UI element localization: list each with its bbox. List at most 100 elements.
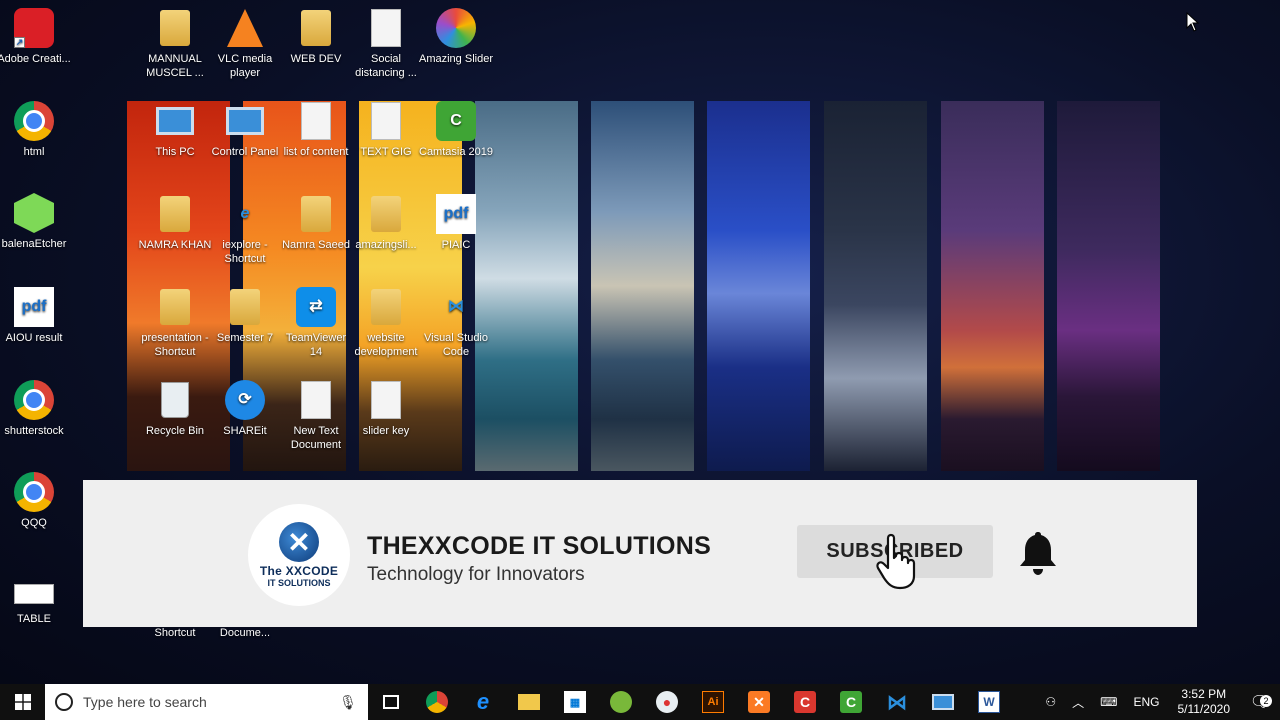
desktop-icon-vscode[interactable]: ⋈ Visual Studio Code <box>419 287 493 359</box>
logo-text: The XXCODE <box>259 564 339 578</box>
taskbar-camtasia[interactable]: C <box>828 684 874 720</box>
task-view-icon <box>383 695 399 709</box>
desktop-icon-amazing-slider[interactable]: Amazing Slider <box>419 8 493 66</box>
desktop-icon-teamviewer[interactable]: ⇄ TeamViewer 14 <box>279 287 353 359</box>
taskbar-chrome[interactable] <box>414 684 460 720</box>
subscribe-banner: ✕ The XXCODE IT SOLUTIONS THEXXCODE IT S… <box>83 480 1197 627</box>
microphone-icon[interactable]: 🎙 <box>338 694 358 711</box>
taskbar-vscode[interactable]: ⋈ <box>874 684 920 720</box>
desktop-icon-this-pc[interactable]: This PC <box>138 101 212 159</box>
windows-logo-icon <box>14 694 31 710</box>
desktop-icon-slider-key[interactable]: slider key <box>349 380 423 438</box>
text-file-icon <box>296 380 336 420</box>
hand-pointer-icon <box>876 533 916 590</box>
desktop-icon-website-development[interactable]: website development <box>349 287 423 359</box>
taskbar-camtasia-recorder[interactable]: C <box>782 684 828 720</box>
camtasia-red-icon: C <box>794 691 816 713</box>
teamviewer-icon: ⇄ <box>296 287 336 327</box>
desktop: ↗ Adobe Creati... html balenaEtcher pdf … <box>0 0 1280 684</box>
taskbar-android[interactable] <box>598 684 644 720</box>
taskbar-file-explorer[interactable] <box>506 684 552 720</box>
camtasia-icon: C <box>436 101 476 141</box>
desktop-icon-html[interactable]: html <box>0 101 71 159</box>
desktop-icon-document[interactable]: Docume... <box>208 626 282 640</box>
text-file-icon <box>366 380 406 420</box>
wallpaper-strip <box>1057 101 1160 471</box>
control-panel-icon <box>225 101 265 141</box>
bell-icon[interactable] <box>1018 530 1058 576</box>
desktop-icon-list-of-content[interactable]: list of content <box>279 101 353 159</box>
taskbar: Type here to search 🎙 e ▦ ● Ai ✕ C C ⋈ W <box>0 684 1280 720</box>
recycle-bin-icon <box>155 380 195 420</box>
clock-time: 3:52 PM <box>1181 687 1227 701</box>
chrome-icon <box>14 380 54 420</box>
desktop-icon-vlc[interactable]: VLC media player <box>208 8 282 80</box>
desktop-icon-shareit[interactable]: ⟳ SHAREit <box>208 380 282 438</box>
word-icon: W <box>978 691 1000 713</box>
xampp-icon: ✕ <box>748 691 770 713</box>
vscode-icon: ⋈ <box>887 691 907 714</box>
wallpaper-strip <box>591 101 694 471</box>
taskbar-search-box[interactable]: Type here to search 🎙 <box>45 684 368 720</box>
folder-icon <box>296 194 336 234</box>
desktop-icon-namra-khan[interactable]: NAMRA KHAN <box>138 194 212 252</box>
desktop-icon-piaic[interactable]: pdf PIAIC <box>419 194 493 252</box>
taskbar-word[interactable]: W <box>966 684 1012 720</box>
desktop-icon-camtasia[interactable]: C Camtasia 2019 <box>419 101 493 159</box>
desktop-icon-iexplore[interactable]: e iexplore - Shortcut <box>208 194 282 266</box>
taskbar-network-pc[interactable] <box>920 684 966 720</box>
desktop-icon-shortcut[interactable]: Shortcut <box>138 626 212 640</box>
taskbar-paint[interactable]: ● <box>644 684 690 720</box>
clock[interactable]: 3:52 PM 5/11/2020 <box>1168 687 1241 717</box>
desktop-icon-adobe-cc[interactable]: ↗ Adobe Creati... <box>0 8 71 66</box>
start-button[interactable] <box>0 684 45 720</box>
taskbar-edge[interactable]: e <box>460 684 506 720</box>
folder-icon <box>366 194 406 234</box>
desktop-icon-web-dev[interactable]: WEB DEV <box>279 8 353 66</box>
desktop-icon-namra-saeed[interactable]: Namra Saeed <box>279 194 353 252</box>
taskbar-store[interactable]: ▦ <box>552 684 598 720</box>
vscode-icon: ⋈ <box>448 298 464 315</box>
desktop-icon-balena-etcher[interactable]: balenaEtcher <box>0 193 71 251</box>
paint-icon: ● <box>656 691 678 713</box>
pdf-icon: pdf <box>14 287 54 327</box>
notification-count: 2 <box>1260 695 1272 707</box>
people-icon[interactable]: ⚇ <box>1037 695 1064 709</box>
cortana-icon <box>55 693 73 711</box>
amazing-slider-icon <box>436 8 476 48</box>
android-icon <box>610 691 632 713</box>
desktop-icon-shutterstock[interactable]: shutterstock <box>0 380 71 438</box>
show-hidden-icons-chevron-icon[interactable]: ︿ <box>1064 694 1092 711</box>
desktop-icon-table[interactable]: TABLE <box>0 580 71 626</box>
desktop-icon-amazingslider[interactable]: amazingsli... <box>349 194 423 252</box>
edge-icon: e <box>476 689 490 714</box>
pdf-icon: pdf <box>436 194 476 234</box>
taskbar-xampp[interactable]: ✕ <box>736 684 782 720</box>
wallpaper-strip <box>707 101 810 471</box>
action-center-button[interactable]: 🗨 2 <box>1240 692 1280 712</box>
desktop-icon-recycle-bin[interactable]: Recycle Bin <box>138 380 212 438</box>
desktop-icon-semester-7[interactable]: Semester 7 <box>208 287 282 345</box>
channel-logo: ✕ The XXCODE IT SOLUTIONS <box>248 504 350 606</box>
user-folder-icon <box>155 194 195 234</box>
folder-icon <box>225 287 265 327</box>
desktop-icon-qqq[interactable]: QQQ <box>0 472 71 530</box>
desktop-icon-social-distancing[interactable]: Social distancing ... <box>349 8 423 80</box>
folder-icon <box>155 287 195 327</box>
language-indicator[interactable]: ENG <box>1125 695 1167 709</box>
file-explorer-icon <box>518 694 540 710</box>
desktop-icon-presentation[interactable]: presentation - Shortcut <box>138 287 212 359</box>
illustrator-icon: Ai <box>702 691 724 713</box>
desktop-icon-aiou-result[interactable]: pdf AIOU result <box>0 287 71 345</box>
task-view-button[interactable] <box>368 684 414 720</box>
taskbar-illustrator[interactable]: Ai <box>690 684 736 720</box>
word-doc-icon <box>296 101 336 141</box>
desktop-icon-control-panel[interactable]: Control Panel <box>208 101 282 159</box>
chrome-icon <box>14 472 54 512</box>
keyboard-icon[interactable]: ⌨ <box>1092 695 1125 709</box>
chrome-icon <box>426 691 448 713</box>
desktop-icon-new-text-document[interactable]: New Text Document <box>279 380 353 452</box>
desktop-icon-manual-muscle[interactable]: MANNUAL MUSCEL ... <box>138 8 212 80</box>
desktop-icon-text-gig[interactable]: TEXT GIG <box>349 101 423 159</box>
clock-date: 5/11/2020 <box>1177 702 1231 716</box>
